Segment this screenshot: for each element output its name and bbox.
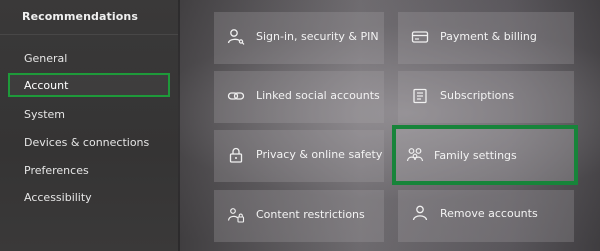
credit-card-icon <box>411 31 429 43</box>
tile-label: Privacy & online safety <box>256 148 383 161</box>
tile-label: Payment & billing <box>440 30 537 43</box>
tile-label: Linked social accounts <box>256 89 380 102</box>
tile-label: Content restrictions <box>256 208 365 221</box>
sidebar-edge <box>178 0 180 251</box>
person-key-icon <box>227 29 245 45</box>
sidebar-item-preferences[interactable]: Preferences <box>24 164 89 177</box>
sidebar: Recommendations General Account System D… <box>0 0 178 251</box>
sidebar-item-account[interactable]: Account <box>8 73 170 97</box>
sidebar-item-account-label: Account <box>24 79 69 92</box>
family-icon <box>406 148 424 162</box>
sidebar-item-devices-connections[interactable]: Devices & connections <box>24 136 149 149</box>
link-icon <box>227 92 245 100</box>
tile-label: Subscriptions <box>440 89 515 102</box>
tile-label: Family settings <box>434 149 517 162</box>
sidebar-item-general[interactable]: General <box>24 52 67 65</box>
tile-privacy-online-safety[interactable]: Privacy & online safety <box>214 130 384 182</box>
settings-screen: Recommendations General Account System D… <box>0 0 600 251</box>
sidebar-item-accessibility[interactable]: Accessibility <box>24 191 92 204</box>
tile-linked-social-accounts[interactable]: Linked social accounts <box>214 71 384 123</box>
tile-sign-in-security-pin[interactable]: Sign-in, security & PIN <box>214 12 384 64</box>
tile-subscriptions[interactable]: Subscriptions <box>398 71 574 123</box>
sidebar-divider-line <box>0 34 178 35</box>
tile-label: Sign-in, security & PIN <box>256 30 379 43</box>
person-icon <box>412 205 428 221</box>
content-restrictions-icon <box>227 208 245 223</box>
sidebar-item-system[interactable]: System <box>24 108 65 121</box>
lock-icon <box>229 147 243 163</box>
tile-remove-accounts[interactable]: Remove accounts <box>398 190 574 242</box>
tile-family-settings[interactable]: Family settings <box>392 125 578 185</box>
subscriptions-icon <box>413 88 427 104</box>
tile-content-restrictions[interactable]: Content restrictions <box>214 190 384 242</box>
tile-label: Remove accounts <box>440 207 538 220</box>
sidebar-header: Recommendations <box>22 10 138 23</box>
tile-payment-billing[interactable]: Payment & billing <box>398 12 574 64</box>
